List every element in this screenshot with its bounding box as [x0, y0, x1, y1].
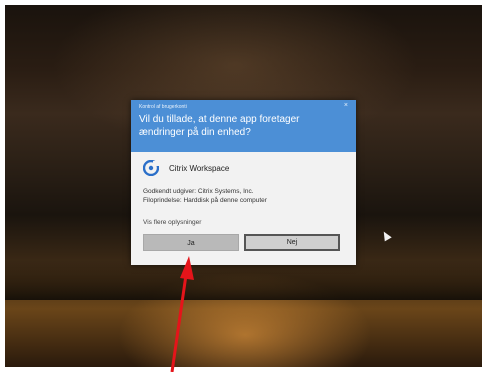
close-icon[interactable]: × [344, 102, 348, 109]
citrix-icon [143, 160, 159, 176]
dialog-caption: Kontrol af brugerkonti [139, 104, 187, 110]
more-details-link[interactable]: Vis flere oplysninger [143, 219, 201, 226]
mouse-cursor-icon [380, 229, 392, 242]
yes-button[interactable]: Ja [143, 234, 239, 251]
origin-text: Filoprindelse: Harddisk på denne compute… [143, 197, 267, 204]
app-info: Godkendt udgiver: Citrix Systems, Inc. F… [143, 187, 348, 205]
dialog-header: Kontrol af brugerkonti × Vil du tillade,… [131, 100, 356, 152]
wallpaper-horizon [5, 260, 482, 300]
uac-dialog: Kontrol af brugerkonti × Vil du tillade,… [131, 100, 356, 265]
dialog-question: Vil du tillade, at denne app foretager æ… [139, 114, 300, 138]
publisher-text: Godkendt udgiver: Citrix Systems, Inc. [143, 188, 254, 195]
no-button[interactable]: Nej [244, 234, 340, 251]
app-name: Citrix Workspace [169, 164, 230, 173]
